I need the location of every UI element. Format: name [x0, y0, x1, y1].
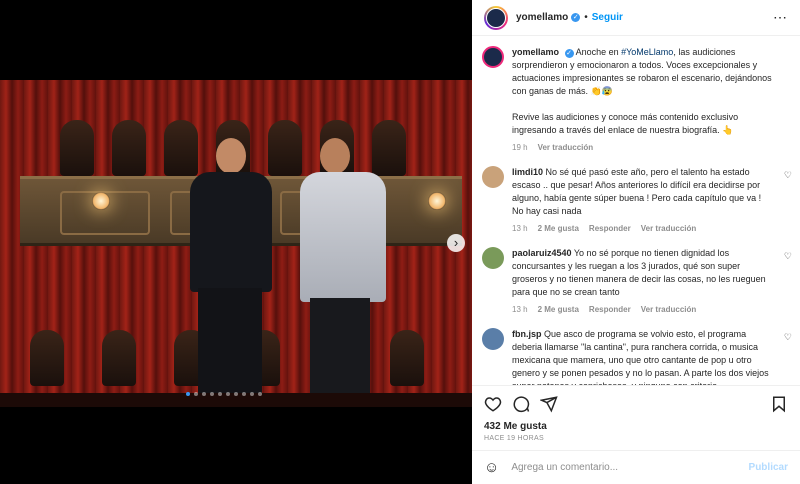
emoji-icon[interactable]: ☺: [484, 459, 499, 476]
comments-list[interactable]: yomellamo ✓ Anoche en #YoMeLlamo, las au…: [472, 36, 800, 385]
comment-likes[interactable]: 2 Me gusta: [538, 305, 579, 314]
comment-input[interactable]: [511, 462, 749, 473]
comment-bubble-icon[interactable]: [510, 393, 532, 415]
verified-badge-icon: ✓: [571, 13, 581, 22]
comment-text: Que asco de programa se volvio esto, el …: [512, 329, 769, 385]
caption-meta: 19 h Ver traducción: [512, 143, 788, 152]
contestant-figure: [290, 138, 390, 400]
caption-avatar[interactable]: [482, 46, 504, 68]
comment-composer: ☺ Publicar: [472, 450, 800, 484]
commenter-avatar[interactable]: [482, 166, 504, 188]
commenter-username[interactable]: fbn.jsp: [512, 329, 542, 339]
caption-text: yomellamo ✓ Anoche en #YoMeLlamo, las au…: [512, 47, 772, 135]
verified-badge-icon: ✓: [564, 49, 574, 58]
author-username[interactable]: yomellamo: [516, 12, 568, 23]
like-comment-heart-icon[interactable]: ♡: [784, 170, 792, 181]
post-age: HACE 19 HORAS: [484, 435, 544, 442]
save-bookmark-icon[interactable]: [768, 393, 790, 415]
caption-text-2: Revive las audiciones y conoce más conte…: [512, 112, 739, 135]
publish-button[interactable]: Publicar: [749, 462, 788, 473]
comment-likes[interactable]: 2 Me gusta: [538, 224, 579, 233]
post-header: yomellamo ✓ • Seguir ⋯: [472, 0, 800, 36]
carousel-dots: [186, 392, 262, 396]
share-paper-plane-icon[interactable]: [538, 393, 560, 415]
comment-item: paolaruiz4540 Yo no sé porque no tienen …: [482, 247, 792, 314]
translate-link[interactable]: Ver traducción: [641, 305, 697, 314]
commenter-avatar[interactable]: [482, 328, 504, 350]
comment-text: No sé qué pasó este año, pero el talento…: [512, 167, 762, 216]
lamp-right: [428, 192, 446, 210]
likes-count[interactable]: 432 Me gusta: [472, 421, 800, 432]
commenter-avatar[interactable]: [482, 247, 504, 269]
translate-link[interactable]: Ver traducción: [641, 224, 697, 233]
post-sidebar: yomellamo ✓ • Seguir ⋯ yomellamo ✓ Anoch…: [472, 0, 800, 484]
comment-item: limdi10 No sé qué pasó este año, pero el…: [482, 166, 792, 233]
like-comment-heart-icon[interactable]: ♡: [784, 251, 792, 262]
commenter-username[interactable]: paolaruiz4540: [512, 248, 572, 258]
caption-username[interactable]: yomellamo: [512, 47, 559, 57]
like-heart-icon[interactable]: [482, 393, 504, 415]
comment-item: fbn.jsp Que asco de programa se volvio e…: [482, 328, 792, 385]
post-media: ›: [0, 0, 472, 484]
reply-button[interactable]: Responder: [589, 305, 631, 314]
post-actions: [472, 385, 800, 421]
carousel-next-button[interactable]: ›: [447, 234, 465, 252]
caption-translate-link[interactable]: Ver traducción: [538, 143, 594, 152]
like-comment-heart-icon[interactable]: ♡: [784, 332, 792, 343]
follow-button[interactable]: Seguir: [592, 12, 623, 23]
comment-time: 13 h: [512, 305, 528, 314]
caption: yomellamo ✓ Anoche en #YoMeLlamo, las au…: [482, 46, 788, 152]
separator-dot: •: [584, 12, 588, 23]
post-photo: [0, 80, 472, 407]
lamp-left: [92, 192, 110, 210]
more-options-icon[interactable]: ⋯: [773, 9, 788, 26]
host-figure: [178, 138, 278, 400]
author-avatar[interactable]: [484, 5, 508, 30]
commenter-username[interactable]: limdi10: [512, 167, 543, 177]
caption-time: 19 h: [512, 143, 528, 152]
hashtag-link[interactable]: #YoMeLlamo: [621, 47, 673, 57]
reply-button[interactable]: Responder: [589, 224, 631, 233]
comment-time: 13 h: [512, 224, 528, 233]
